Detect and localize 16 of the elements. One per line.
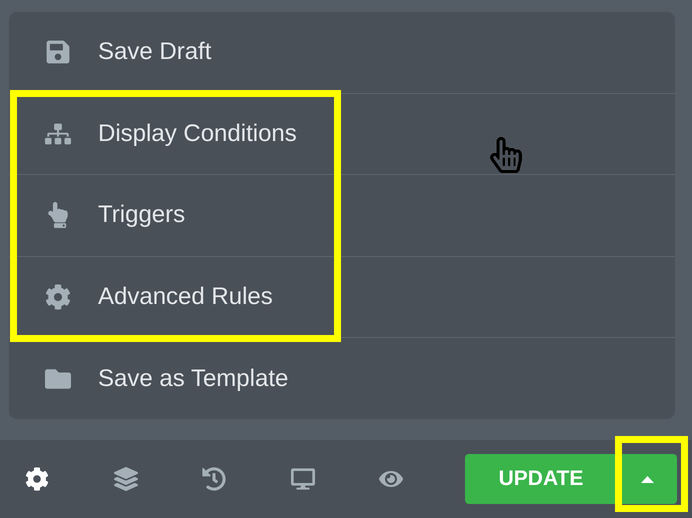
- history-icon: [202, 467, 226, 491]
- menu-item-label: Advanced Rules: [98, 282, 273, 312]
- menu-item[interactable]: Save as Template: [9, 338, 675, 420]
- menu-item[interactable]: Save Draft: [9, 12, 675, 94]
- sitemap-icon: [45, 120, 71, 147]
- layers-icon: [114, 467, 138, 491]
- monitor-icon: [290, 467, 315, 491]
- menu-item-label: Triggers: [98, 200, 186, 230]
- menu-item-label: Save as Template: [98, 364, 288, 394]
- settings-icon: [25, 467, 49, 491]
- gear-icon: [45, 284, 71, 310]
- menu-item-label: Save Draft: [98, 37, 212, 68]
- caret-icon: [641, 476, 654, 482]
- menu-item-label: Display Conditions: [98, 118, 297, 149]
- menu-item[interactable]: Advanced Rules: [9, 256, 675, 338]
- menu-item[interactable]: Triggers: [9, 175, 675, 256]
